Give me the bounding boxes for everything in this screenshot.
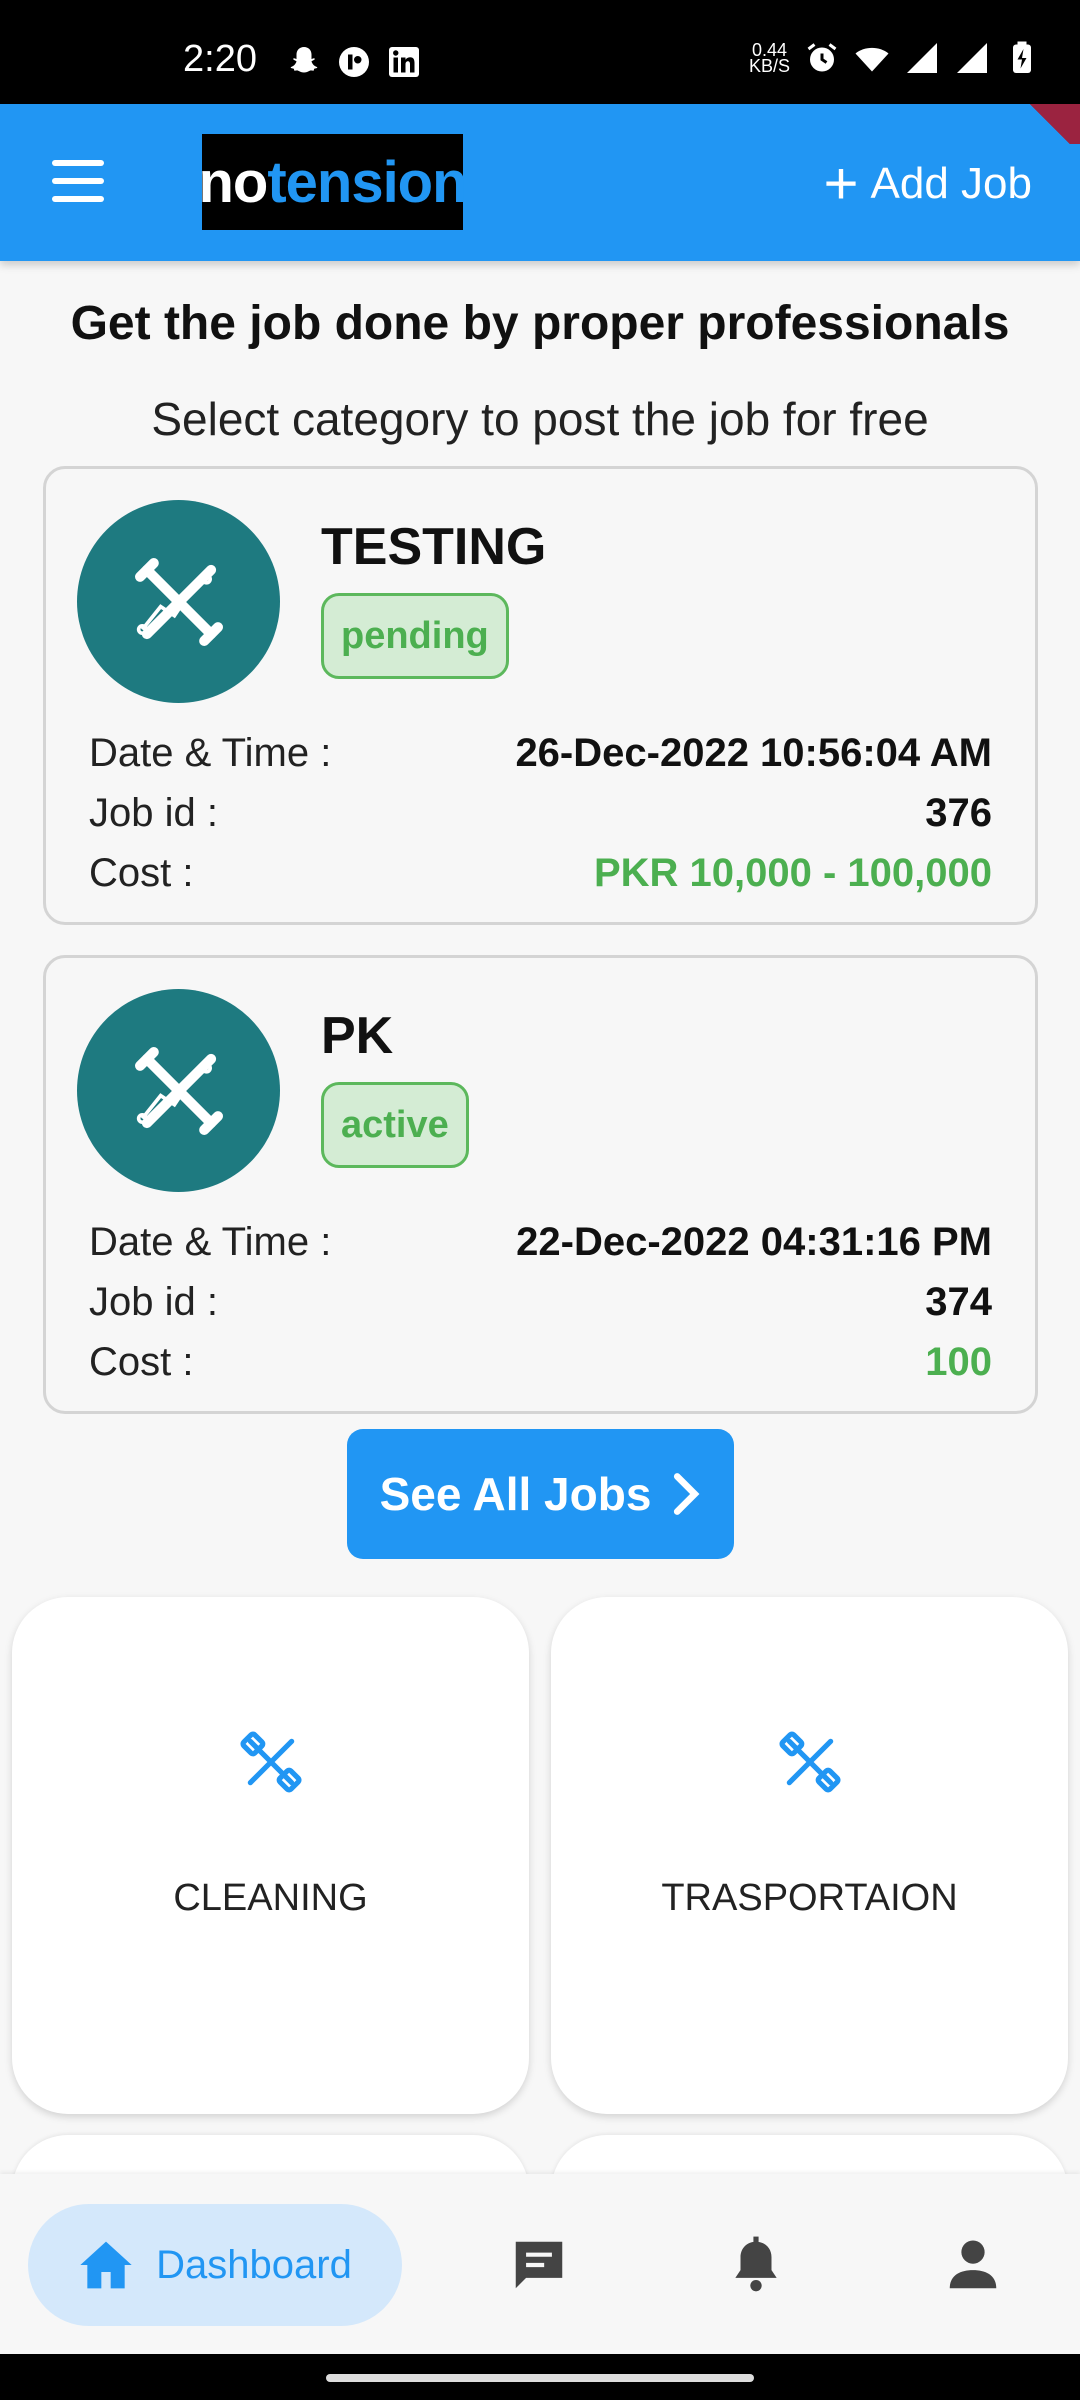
signal-icon-2: [957, 43, 987, 73]
bottom-navigation: Dashboard: [0, 2174, 1080, 2354]
datetime-label: Date & Time :: [89, 730, 332, 775]
system-icons: 0.44 KB/S: [749, 40, 1040, 76]
datetime-value: 26-Dec-2022 10:56:04 AM: [515, 730, 992, 775]
datetime-label: Date & Time :: [89, 1219, 332, 1264]
tools-icon: [778, 1731, 841, 1793]
jobid-value: 374: [925, 1279, 992, 1324]
battery-charging-icon: [1013, 41, 1031, 73]
see-all-jobs-button[interactable]: See All Jobs: [347, 1429, 734, 1559]
person-icon[interactable]: [942, 2234, 1004, 2296]
chevron-right-icon: [674, 1473, 700, 1515]
nav-dashboard-label: Dashboard: [156, 2242, 352, 2287]
logo-text-no: no: [198, 149, 268, 215]
snapchat-icon: [290, 47, 318, 73]
datetime-row: Date & Time : 22-Dec-2022 04:31:16 PM: [89, 1214, 992, 1270]
jobid-value: 376: [925, 790, 992, 835]
alarm-icon: [807, 43, 837, 72]
logo-text-tension: tension: [267, 149, 467, 215]
jobid-row: Job id : 374: [89, 1274, 992, 1330]
bell-icon[interactable]: [725, 2234, 787, 2296]
see-all-jobs-label: See All Jobs: [379, 1468, 652, 1520]
category-card-cleaning[interactable]: CLEANING: [12, 1597, 529, 2114]
add-job-button[interactable]: + Add Job: [823, 154, 1032, 214]
cost-value: PKR 10,000 - 100,000: [593, 850, 992, 895]
home-icon: [80, 2241, 132, 2289]
linkedin-icon: [389, 47, 419, 77]
status-time: 2:20: [183, 38, 257, 80]
job-card[interactable]: PK active Date & Time : 22-Dec-2022 04:3…: [43, 955, 1038, 1414]
datetime-row: Date & Time : 26-Dec-2022 10:56:04 AM: [89, 725, 992, 781]
chat-icon[interactable]: [508, 2234, 570, 2296]
job-card[interactable]: TESTING pending Date & Time : 26-Dec-202…: [43, 466, 1038, 925]
gesture-handle[interactable]: [326, 2374, 754, 2382]
page-headline: Get the job done by proper professionals: [70, 297, 1010, 350]
cost-value: 100: [925, 1339, 992, 1384]
wifi-icon: [855, 47, 889, 72]
job-avatar: [77, 500, 280, 703]
category-card-transportation[interactable]: TRASPORTAION: [551, 1597, 1068, 2114]
category-label: TRASPORTAION: [661, 1877, 958, 1919]
signal-icon: [907, 43, 937, 73]
tools-icon: [239, 1731, 302, 1793]
app-icon: [339, 47, 369, 77]
page-subheadline: Select category to post the job for free: [151, 393, 929, 445]
category-label: CLEANING: [173, 1877, 368, 1919]
tools-icon: [134, 557, 223, 646]
jobid-label: Job id :: [89, 790, 218, 835]
nav-dashboard[interactable]: Dashboard: [28, 2204, 402, 2326]
add-job-label: Add Job: [870, 159, 1032, 208]
cost-row: Cost : PKR 10,000 - 100,000: [89, 845, 992, 901]
status-badge: pending: [321, 593, 509, 679]
plus-icon: +: [823, 150, 859, 217]
tools-icon: [134, 1046, 223, 1135]
job-avatar: [77, 989, 280, 1192]
cost-row: Cost : 100: [89, 1334, 992, 1390]
notification-icons: [286, 44, 422, 80]
network-speed-unit: KB/S: [748, 56, 790, 76]
jobid-label: Job id :: [89, 1279, 218, 1324]
network-speed: 0.44 KB/S: [748, 41, 790, 76]
job-title: TESTING: [321, 518, 547, 576]
gesture-bar: [0, 2354, 1080, 2400]
status-bar: 2:20 0.44 KB/S: [0, 0, 1080, 104]
datetime-value: 22-Dec-2022 04:31:16 PM: [516, 1219, 992, 1264]
jobid-row: Job id : 376: [89, 785, 992, 841]
menu-icon[interactable]: [52, 160, 104, 202]
cost-label: Cost :: [89, 1339, 194, 1384]
debug-ribbon: [1020, 104, 1080, 144]
status-badge: active: [321, 1082, 469, 1168]
app-bar: no tension + Add Job: [0, 104, 1080, 261]
cost-label: Cost :: [89, 850, 194, 895]
job-title: PK: [321, 1007, 394, 1065]
app-logo: no tension: [198, 134, 468, 230]
